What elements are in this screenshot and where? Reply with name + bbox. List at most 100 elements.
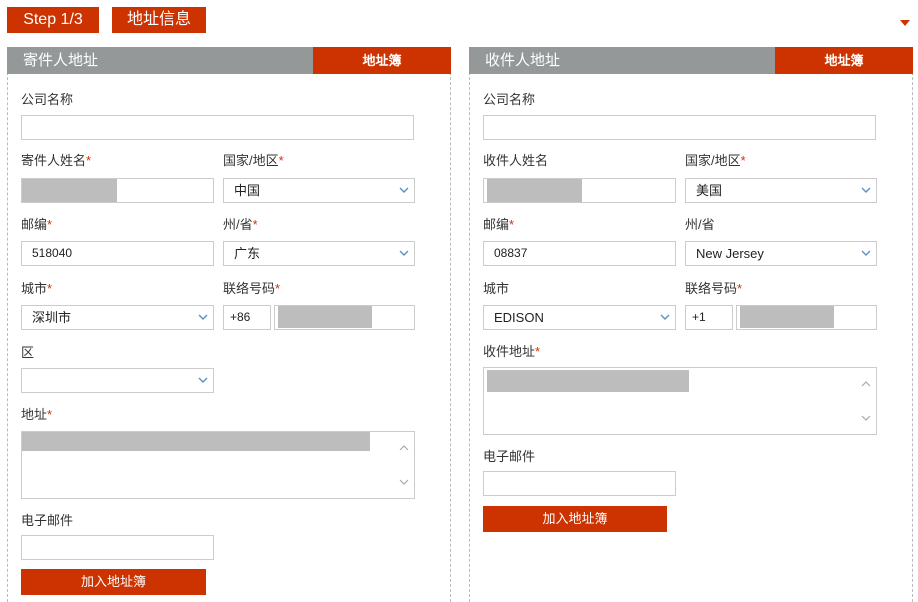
sender-name-label-text: 寄件人姓名 [21, 153, 87, 168]
sender-city-label: 城市* [21, 278, 52, 297]
chevron-down-icon [198, 377, 208, 383]
section-title: 地址信息 [112, 7, 206, 33]
scrollbar[interactable] [860, 368, 874, 434]
required-mark: * [278, 153, 284, 168]
redacted-block [487, 179, 582, 202]
required-mark: * [252, 217, 258, 232]
sender-district-label: 区 [21, 345, 35, 360]
sender-country-label-text: 国家/地区 [223, 153, 279, 168]
redacted-block [740, 306, 834, 328]
receiver-state-label: 州/省 [685, 217, 715, 232]
receiver-address-label-text: 收件地址 [483, 344, 536, 359]
chevron-up-icon[interactable] [861, 380, 871, 388]
sender-city-value: 深圳市 [32, 310, 72, 325]
receiver-country-label: 国家/地区* [685, 150, 746, 169]
sender-postcode-label: 邮编* [21, 214, 52, 233]
sender-address-label-text: 地址 [21, 407, 48, 422]
receiver-phone-label: 联络号码* [685, 278, 742, 297]
receiver-email-input[interactable] [483, 471, 676, 496]
required-mark: * [47, 407, 53, 422]
receiver-postcode-label: 邮编* [483, 214, 514, 233]
sender-phone-label: 联络号码* [223, 278, 280, 297]
receiver-country-value: 美国 [696, 183, 723, 198]
receiver-address-panel: 收件人地址 地址簿 公司名称 收件人姓名 国家/地区* 美国 邮编* 州/省 0… [469, 47, 913, 602]
receiver-company-input[interactable] [483, 115, 876, 140]
chevron-down-icon [861, 187, 871, 193]
receiver-state-value: New Jersey [696, 246, 764, 261]
sender-company-label: 公司名称 [21, 92, 74, 107]
receiver-state-select[interactable]: New Jersey [685, 241, 877, 266]
sender-add-to-address-book-button[interactable]: 加入地址簿 [21, 569, 206, 595]
sender-country-select[interactable]: 中国 [223, 178, 415, 203]
step-indicator: Step 1/3 [7, 7, 99, 33]
sender-phone-input[interactable] [274, 305, 415, 330]
chevron-down-icon [399, 250, 409, 256]
receiver-panel-header: 收件人地址 地址簿 [469, 47, 913, 74]
chevron-down-icon [861, 250, 871, 256]
sender-email-label: 电子邮件 [21, 513, 74, 528]
receiver-phone-label-text: 联络号码 [685, 281, 738, 296]
receiver-postcode-label-text: 邮编 [483, 217, 510, 232]
required-mark: * [47, 281, 53, 296]
required-mark: * [737, 281, 743, 296]
sender-address-panel: 寄件人地址 地址簿 公司名称 寄件人姓名* 国家/地区* 中国 邮编* 州/省*… [7, 47, 451, 602]
receiver-phone-code-input[interactable]: +1 [685, 305, 733, 330]
receiver-panel-title: 收件人地址 [485, 52, 561, 69]
sender-city-label-text: 城市 [21, 281, 48, 296]
sender-state-label-text: 州/省 [223, 217, 253, 232]
chevron-down-icon[interactable] [861, 414, 871, 422]
sender-address-textarea[interactable] [21, 431, 415, 499]
receiver-email-label: 电子邮件 [483, 449, 536, 464]
receiver-company-label: 公司名称 [483, 92, 536, 107]
chevron-down-icon [198, 314, 208, 320]
chevron-down-icon[interactable] [399, 478, 409, 486]
sender-phone-code-input[interactable]: +86 [223, 305, 271, 330]
sender-company-input[interactable] [21, 115, 414, 140]
receiver-address-label: 收件地址* [483, 341, 540, 360]
receiver-name-label: 收件人姓名 [483, 153, 549, 168]
receiver-postcode-input[interactable]: 08837 [483, 241, 676, 266]
required-mark: * [535, 344, 541, 359]
sender-country-value: 中国 [234, 183, 261, 198]
sender-phone-label-text: 联络号码 [223, 281, 276, 296]
receiver-name-input[interactable] [483, 178, 676, 203]
required-mark: * [47, 217, 53, 232]
receiver-city-value: EDISON [494, 310, 544, 325]
receiver-city-select[interactable]: EDISON [483, 305, 676, 330]
sender-panel-header: 寄件人地址 地址簿 [7, 47, 451, 74]
sender-name-input[interactable] [21, 178, 214, 203]
redacted-block [278, 306, 372, 328]
required-mark: * [509, 217, 515, 232]
redacted-block [22, 432, 370, 451]
chevron-down-icon [399, 187, 409, 193]
required-mark: * [86, 153, 92, 168]
scrollbar[interactable] [398, 432, 412, 498]
receiver-phone-input[interactable] [736, 305, 877, 330]
sender-postcode-label-text: 邮编 [21, 217, 48, 232]
redacted-block [22, 179, 117, 202]
sender-address-book-tab[interactable]: 地址簿 [313, 47, 451, 74]
redacted-block [487, 370, 689, 392]
sender-state-select[interactable]: 广东 [223, 241, 415, 266]
sender-name-label: 寄件人姓名* [21, 150, 91, 169]
sender-address-label: 地址* [21, 404, 52, 423]
sender-panel-title: 寄件人地址 [23, 52, 99, 69]
chevron-up-icon[interactable] [399, 444, 409, 452]
receiver-city-label: 城市 [483, 281, 510, 296]
receiver-address-textarea[interactable] [483, 367, 877, 435]
sender-city-select[interactable]: 深圳市 [21, 305, 214, 330]
receiver-country-label-text: 国家/地区 [685, 153, 741, 168]
chevron-down-icon [660, 314, 670, 320]
required-mark: * [740, 153, 746, 168]
sender-district-select[interactable] [21, 368, 214, 393]
receiver-add-to-address-book-button[interactable]: 加入地址簿 [483, 506, 667, 532]
receiver-address-book-tab[interactable]: 地址簿 [775, 47, 913, 74]
caret-down-icon[interactable] [900, 20, 910, 26]
sender-country-label: 国家/地区* [223, 150, 284, 169]
sender-postcode-input[interactable]: 518040 [21, 241, 214, 266]
sender-state-label: 州/省* [223, 214, 258, 233]
sender-state-value: 广东 [234, 246, 261, 261]
required-mark: * [275, 281, 281, 296]
receiver-country-select[interactable]: 美国 [685, 178, 877, 203]
sender-email-input[interactable] [21, 535, 214, 560]
